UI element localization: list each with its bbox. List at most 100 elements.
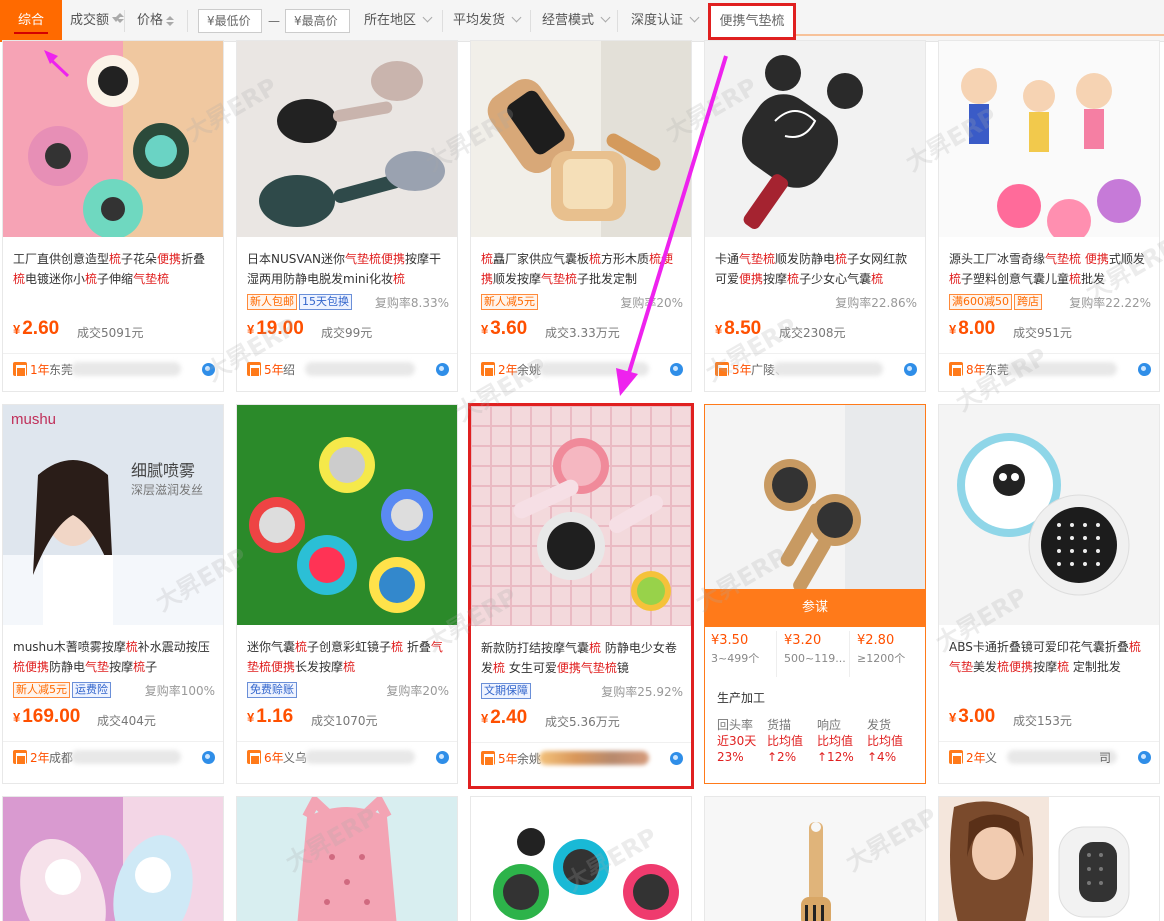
chat-icon[interactable]	[670, 752, 683, 765]
stat-value: ↑4%	[867, 750, 897, 764]
chat-icon[interactable]	[1138, 751, 1151, 764]
shop-footer[interactable]: 5年 广陵、	[705, 353, 925, 383]
product-image[interactable]	[705, 797, 925, 921]
product-card-partial[interactable]	[2, 796, 224, 921]
repurchase-rate: 复购率20%	[386, 684, 449, 698]
product-price: ¥19.00	[247, 318, 304, 340]
avg-ship-dropdown[interactable]: 平均发货	[453, 0, 522, 42]
sort-general-tab[interactable]: 综合	[0, 0, 62, 42]
max-price-input[interactable]: ¥最高价	[285, 9, 350, 33]
shop-footer[interactable]: 2年义 司	[939, 741, 1159, 771]
title-text: 美发	[973, 660, 998, 674]
redacted-shop-info	[539, 362, 649, 376]
product-image[interactable]: mushu 细腻喷雾 深层滋润发丝	[3, 405, 223, 625]
keyword-highlight: 梳	[481, 252, 494, 266]
shop-years-icon	[481, 751, 495, 766]
product-card[interactable]: 日本NUSVAN迷你气垫梳便携按摩干湿两用防静电脱发mini化妆梳 新人包邮 15天…	[236, 40, 458, 392]
product-title[interactable]: 新款防打结按摩气囊梳 防静电少女卷发梳 女生可爱便携气垫梳镜	[481, 638, 683, 678]
product-image[interactable]	[471, 41, 691, 237]
min-price-input[interactable]: ¥最低价	[198, 9, 262, 33]
product-card-partial[interactable]	[704, 796, 926, 921]
repurchase-rate: 复购率20%	[620, 296, 683, 310]
chat-icon[interactable]	[670, 363, 683, 376]
product-image[interactable]	[471, 797, 691, 921]
product-photo	[3, 405, 223, 625]
product-photo	[237, 405, 457, 625]
product-title[interactable]: mushu木蓍喷雾按摩梳补水震动按压梳便携防静电气垫按摩梳子	[13, 637, 215, 677]
product-card[interactable]: ABS卡通折叠镜可爱印花气囊折叠梳气垫美发梳便携按摩梳 定制批发 ¥3.00 成交1…	[938, 404, 1160, 784]
repurchase-rate: 复购率100%	[144, 684, 215, 698]
biz-mode-dropdown[interactable]: 经营模式	[542, 0, 611, 42]
product-card-partial[interactable]	[236, 796, 458, 921]
product-photo	[939, 405, 1159, 625]
title-text: 镜	[616, 661, 629, 675]
ad-card[interactable]: 参谋 ¥3.50 3~499个 ¥3.20 500~119... ¥2.80 ≥1200个生…	[704, 404, 926, 784]
product-title[interactable]: 日本NUSVAN迷你气垫梳便携按摩干湿两用防静电脱发mini化妆梳	[247, 249, 449, 289]
product-image[interactable]	[939, 797, 1159, 921]
product-card[interactable]: 工厂直供创意造型梳子花朵便携折叠梳电镀迷你小梳子伸缩气垫梳 ¥2.60 成交5091…	[2, 40, 224, 392]
product-image[interactable]	[3, 797, 223, 921]
promo-tags: 免费赊账	[247, 682, 299, 700]
keyword-highlight: 便携	[739, 272, 764, 286]
chat-icon[interactable]	[1138, 363, 1151, 376]
product-title[interactable]: 迷你气囊梳子创意彩虹镜子梳 折叠气垫梳便携长发按摩梳	[247, 637, 449, 677]
keyword-highlight: 便携	[157, 252, 182, 266]
product-image[interactable]	[939, 405, 1159, 625]
keyword-highlight: 梳	[109, 252, 122, 266]
chat-icon[interactable]	[202, 751, 215, 764]
product-image[interactable]	[237, 797, 457, 921]
product-title[interactable]: ABS卡通折叠镜可爱印花气囊折叠梳气垫美发梳便携按摩梳 定制批发	[949, 637, 1151, 677]
product-card-partial[interactable]	[470, 796, 692, 921]
title-text: 方形木质	[601, 252, 650, 266]
tier-price: ¥3.20	[784, 633, 822, 648]
shop-footer[interactable]: 5年 余姚	[471, 742, 691, 772]
chat-icon[interactable]	[904, 363, 917, 376]
product-image[interactable]	[471, 406, 691, 626]
product-card[interactable]: 迷你气囊梳子创意彩虹镜子梳 折叠气垫梳便携长发按摩梳 免费赊账 复购率20% ¥1.1…	[236, 404, 458, 784]
title-text: 定制批发	[1069, 660, 1121, 674]
location-dropdown[interactable]: 所在地区	[364, 0, 433, 42]
product-card[interactable]: mushu 细腻喷雾 深层滋润发丝 mushu木蓍喷雾按摩梳补水震动按压梳便携防静电气…	[2, 404, 224, 784]
divider	[617, 10, 618, 32]
deep-cert-dropdown[interactable]: 深度认证	[631, 0, 700, 42]
search-keyword-box[interactable]: 便携气垫梳	[708, 3, 796, 40]
product-card[interactable]: 梳矗厂家供应气囊板梳方形木质梳便携顺发按摩气垫梳子批发定制 新人减5元 复购率20%…	[470, 40, 692, 392]
keyword-highlight: 梳	[125, 640, 138, 654]
product-title[interactable]: 卡通气垫梳顺发防静电梳子女网红款可爱便携按摩梳子少女心气囊梳	[715, 249, 917, 289]
shop-footer[interactable]: 1年 东莞	[3, 353, 223, 383]
product-card-partial[interactable]	[938, 796, 1160, 921]
tier-quantity: 500~119...	[784, 652, 846, 665]
keyword-highlight: 梳	[295, 640, 308, 654]
chat-icon[interactable]	[436, 751, 449, 764]
shop-years-icon	[949, 750, 963, 765]
price-tier: ¥2.80 ≥1200个	[851, 631, 923, 677]
product-card[interactable]: 源头工厂冰雪奇缘气垫梳 便携式顺发梳子塑料创意气囊儿童梳批发 满600减50 跨店复…	[938, 40, 1160, 392]
product-image[interactable]	[939, 41, 1159, 237]
keyword-highlight: 梳	[949, 272, 962, 286]
shop-footer[interactable]: 5年绍	[237, 353, 457, 383]
sort-price-tab[interactable]: 价格	[137, 0, 175, 42]
product-title[interactable]: 工厂直供创意造型梳子花朵便携折叠梳电镀迷你小梳子伸缩气垫梳	[13, 249, 215, 289]
search-underline	[796, 34, 1164, 36]
keyword-highlight: 便携	[271, 660, 296, 674]
product-image[interactable]	[3, 41, 223, 237]
product-image[interactable]	[705, 41, 925, 237]
chat-icon[interactable]	[202, 363, 215, 376]
shop-footer[interactable]: 2年 余姚	[471, 353, 691, 383]
shop-footer[interactable]: 2年 成都	[3, 741, 223, 771]
product-card[interactable]: 新款防打结按摩气囊梳 防静电少女卷发梳 女生可爱便携气垫梳镜 文期保障 复购率25.…	[468, 403, 694, 789]
product-card[interactable]: 卡通气垫梳顺发防静电梳子女网红款可爱便携按摩梳子少女心气囊梳 复购率22.86% ¥…	[704, 40, 926, 392]
sales-volume: 成交951元	[1013, 326, 1072, 340]
shop-years: 8年	[966, 363, 986, 377]
shop-footer[interactable]: 6年 义乌	[237, 741, 457, 771]
product-title[interactable]: 源头工厂冰雪奇缘气垫梳 便携式顺发梳子塑料创意气囊儿童梳批发	[949, 249, 1151, 289]
currency-symbol: ¥	[247, 710, 255, 725]
sales-volume: 成交5.36万元	[545, 715, 620, 729]
product-title[interactable]: 梳矗厂家供应气囊板梳方形木质梳便携顺发按摩气垫梳子批发定制	[481, 249, 683, 289]
sort-volume-tab[interactable]: 成交额	[70, 0, 125, 42]
biz-mode-label: 经营模式	[542, 13, 595, 28]
shop-footer[interactable]: 8年 东莞	[939, 353, 1159, 383]
product-image[interactable]	[237, 405, 457, 625]
chat-icon[interactable]	[436, 363, 449, 376]
product-image[interactable]	[237, 41, 457, 237]
